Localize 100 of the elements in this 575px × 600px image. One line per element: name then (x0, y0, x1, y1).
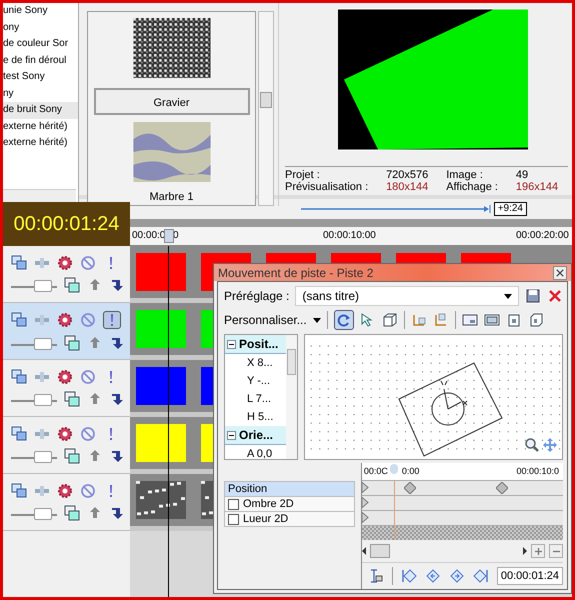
box-icon[interactable] (528, 312, 544, 328)
customize-dropdown[interactable]: Personnaliser... (224, 313, 321, 327)
scroll-right-icon[interactable] (523, 547, 527, 555)
gear-icon[interactable] (57, 255, 73, 271)
exclamation-icon[interactable] (103, 311, 121, 329)
list-item[interactable]: ny (3, 86, 78, 102)
list-item[interactable]: test Sony (3, 69, 78, 86)
scrollbar[interactable] (258, 11, 274, 206)
preset-dropdown[interactable]: (sans titre) (295, 286, 519, 306)
connector-icon[interactable] (34, 255, 50, 271)
film-icon[interactable] (64, 277, 80, 293)
lock-x-icon[interactable] (410, 312, 427, 328)
effect-row[interactable]: Position (224, 481, 355, 497)
no-entry-icon[interactable] (80, 312, 96, 328)
slider-thumb[interactable] (34, 451, 52, 463)
list-item[interactable]: ony (3, 20, 78, 36)
box-icon[interactable] (506, 312, 522, 328)
lock-y-icon[interactable] (432, 312, 449, 328)
tree-item[interactable]: L 7... (225, 390, 286, 408)
delete-icon[interactable] (547, 288, 563, 304)
effect-row[interactable]: Lueur 2D (224, 512, 355, 527)
list-item[interactable]: e de fin déroul (3, 52, 78, 69)
down-arrow-icon[interactable] (110, 448, 126, 464)
motion-canvas[interactable] (304, 334, 563, 460)
keyframe-track[interactable] (362, 481, 563, 496)
next-keyframe-icon[interactable] (448, 568, 465, 584)
preset-name[interactable]: Marbre 1 (94, 190, 250, 204)
tree-item[interactable]: X 8... (225, 354, 286, 372)
save-icon[interactable] (525, 288, 541, 304)
keyframe-icon[interactable] (362, 497, 369, 508)
playhead-handle[interactable] (164, 229, 174, 243)
scroll-thumb[interactable] (370, 544, 390, 558)
effect-row[interactable]: Ombre 2D (224, 497, 355, 512)
list-item[interactable]: de couleur Sor (3, 36, 78, 52)
down-arrow-icon[interactable] (110, 335, 126, 351)
rotate-icon[interactable] (334, 310, 354, 330)
gear-icon[interactable] (57, 483, 73, 499)
checkbox[interactable] (228, 498, 239, 510)
loop-bar[interactable] (300, 205, 491, 213)
list-item[interactable]: unie Sony (3, 3, 78, 20)
scrollbar[interactable] (286, 335, 297, 459)
connector-icon[interactable] (34, 369, 50, 385)
first-keyframe-icon[interactable] (400, 568, 417, 584)
keyframe-track[interactable] (362, 511, 563, 526)
list-item[interactable]: de bruit Sony (3, 102, 78, 118)
down-arrow-icon[interactable] (110, 277, 126, 293)
gear-icon[interactable] (57, 426, 73, 442)
film-icon[interactable] (64, 335, 80, 351)
collapse-icon[interactable] (227, 430, 236, 440)
collapse-icon[interactable] (227, 340, 236, 348)
scroll-left-icon[interactable] (362, 547, 366, 555)
slider-thumb[interactable] (34, 394, 52, 406)
frame-icon[interactable] (484, 312, 500, 328)
keyframe-icon[interactable] (362, 512, 369, 523)
gear-icon[interactable] (57, 369, 73, 385)
cube-icon[interactable] (382, 312, 398, 328)
film-icon[interactable] (64, 448, 80, 464)
connector-icon[interactable] (34, 426, 50, 442)
frame-icon[interactable] (462, 312, 478, 328)
no-entry-icon[interactable] (80, 483, 96, 499)
window-icon[interactable] (11, 426, 27, 442)
window-icon[interactable] (11, 369, 27, 385)
no-entry-icon[interactable] (80, 369, 96, 385)
no-entry-icon[interactable] (80, 255, 96, 271)
slider-thumb[interactable] (34, 508, 52, 520)
down-arrow-icon[interactable] (110, 505, 126, 521)
keyframe-icon[interactable] (362, 482, 369, 493)
keyframe-track[interactable] (362, 496, 563, 511)
time-field[interactable]: 00:00:01:24 (496, 567, 563, 585)
film-icon[interactable] (64, 505, 80, 521)
tree-item[interactable]: Y -... (225, 372, 286, 390)
window-icon[interactable] (11, 255, 27, 271)
keyframe-ruler[interactable]: 00:0C 0:00 00:00:10:0 (362, 463, 563, 481)
marker-bar[interactable] (130, 219, 572, 227)
gear-icon[interactable] (57, 312, 73, 328)
video-clip[interactable] (136, 310, 186, 348)
previous-keyframe-icon[interactable] (424, 568, 441, 584)
list-item[interactable]: externe hérité) (3, 118, 78, 135)
window-icon[interactable] (11, 483, 27, 499)
checkbox[interactable] (228, 514, 239, 524)
tree-item[interactable]: A 0,0 (225, 445, 286, 463)
video-clip[interactable] (136, 424, 186, 462)
zoom-in-button[interactable] (531, 544, 545, 558)
window-icon[interactable] (11, 312, 27, 328)
zoom-out-button[interactable] (549, 544, 563, 558)
film-icon[interactable] (64, 391, 80, 407)
video-clip[interactable] (136, 367, 186, 405)
no-entry-icon[interactable] (80, 426, 96, 442)
preset-name[interactable]: Gravier (94, 88, 250, 115)
tree-item[interactable]: H 5... (225, 408, 286, 426)
close-button[interactable] (553, 266, 567, 280)
last-keyframe-icon[interactable] (472, 568, 489, 584)
zoom-icon[interactable] (524, 437, 540, 453)
list-item[interactable]: externe hérité) (3, 135, 78, 152)
slider-thumb[interactable] (34, 280, 52, 292)
slider-thumb[interactable] (34, 338, 52, 350)
connector-icon[interactable] (34, 483, 50, 499)
video-clip[interactable] (136, 481, 186, 519)
down-arrow-icon[interactable] (110, 391, 126, 407)
video-clip[interactable] (136, 253, 186, 291)
